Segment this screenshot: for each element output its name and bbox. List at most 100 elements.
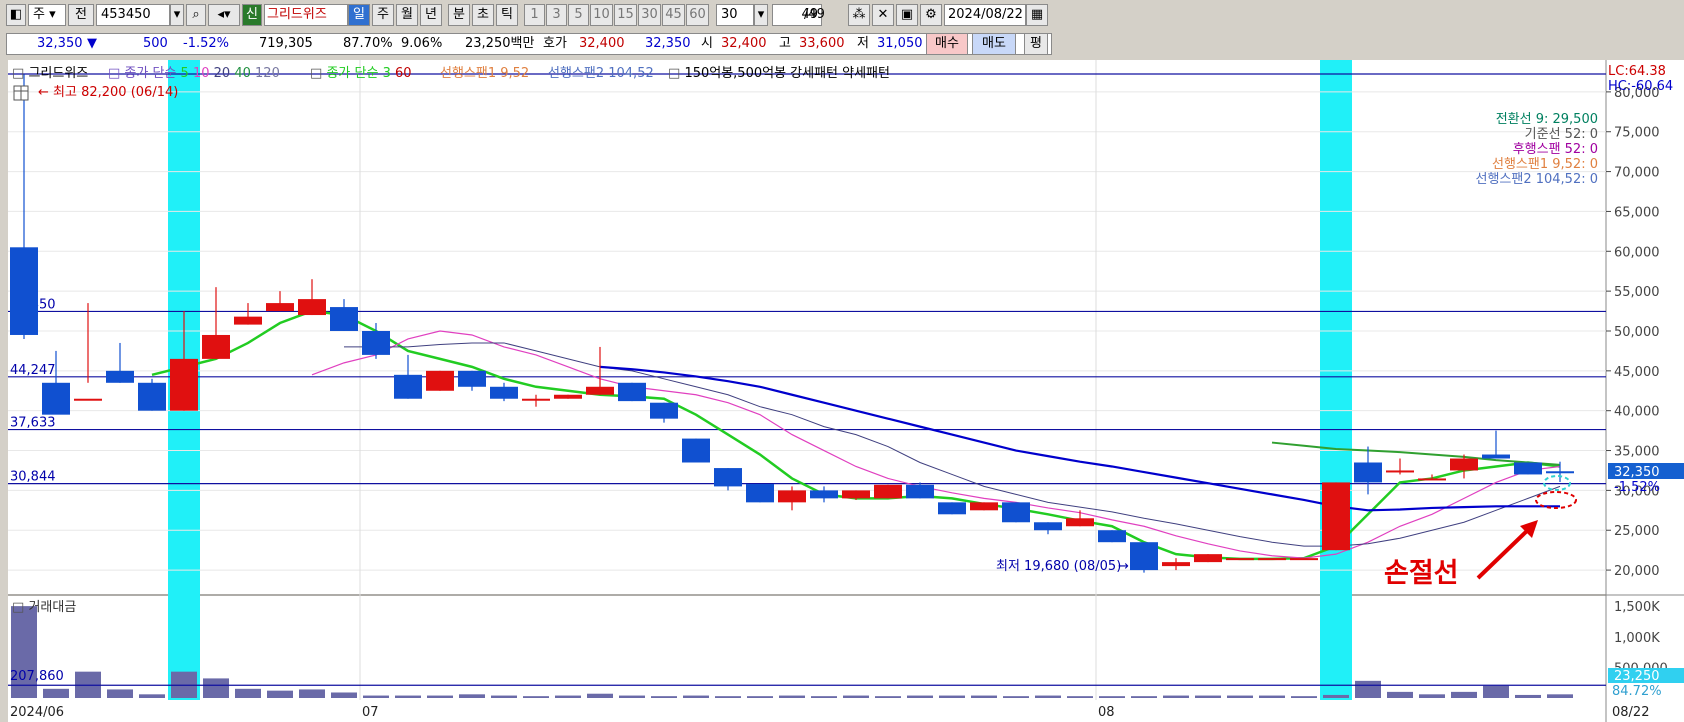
quote-panel: 32,350 ▼ 500 -1.52% 719,305 87.70% 9.06%… [6,33,1052,55]
volume-bar-4 [139,694,165,698]
volume-bar-31 [1003,696,1029,698]
legend-ma-120: 120 [255,66,280,81]
high-annotation-text: 최고 82,200 (06/14) [53,85,178,100]
chevron-down-icon: ▾ [49,7,56,22]
x-tick-2: 08 [1098,705,1115,720]
candle-body-21 [682,438,710,463]
interval-dropdown-icon[interactable]: ▾ [754,4,768,26]
candle-body-7 [234,316,262,325]
search-icon[interactable]: ⌕ [186,4,206,26]
volume-bar-16 [523,696,549,698]
interval-button-5[interactable]: 5 [568,4,589,26]
buy-button[interactable]: 매수 [926,33,968,55]
interval-button-60[interactable]: 60 [686,4,709,26]
candle-body-1 [42,382,70,415]
down-arrow-icon: ▼ [87,36,97,51]
interval-button-3[interactable]: 3 [546,4,567,26]
candle-body-35 [1130,542,1158,571]
level-label-1: 44,247 [10,363,56,378]
flat-button[interactable]: 평 [1024,33,1048,55]
interval-select-value: 30 [721,7,738,22]
volume-bar-37 [1195,695,1221,698]
candle-body-23 [746,484,774,503]
volume-bar-33 [1067,696,1093,698]
candle-icon[interactable]: ⁂ [848,4,870,26]
y-tick-9: 65,000 [1614,205,1660,220]
code-dropdown-icon[interactable]: ▾ [170,4,184,26]
candle-body-42 [1354,462,1382,483]
x-tick-0: 2024/06 [10,705,64,720]
period-button-3[interactable]: 년 [420,4,442,26]
highlight-column-1 [1320,60,1352,700]
interval-select[interactable]: 30 [716,4,754,26]
candle-body-5 [170,358,198,411]
volume-bar-36 [1163,695,1189,698]
legend-name: 그리드위즈 [28,66,88,81]
candle-body-24 [778,490,806,503]
candle-body-45 [1450,458,1478,471]
period-button-4[interactable]: 분 [448,4,470,26]
price-chart[interactable]: 52,45044,24737,63330,844 500,0001,000K1,… [0,58,1684,722]
candle-body-41 [1322,482,1350,551]
calendar-icon[interactable]: ▦ [1026,4,1048,26]
volume-bar-20 [651,696,677,698]
volume-bar-21 [683,695,709,698]
volume-bar-23 [747,696,773,698]
candle-body-19 [618,382,646,402]
save-icon[interactable]: ▣ [896,4,918,26]
ratio2: 9.06% [401,36,443,51]
sell-button[interactable]: 매도 [972,33,1016,55]
volume-bar-11 [363,695,389,698]
interval-button-1[interactable]: 1 [524,4,545,26]
volume-bar-22 [715,696,741,698]
current-pct-label: -1.52% [1614,480,1660,495]
volume-bar-45 [1451,691,1477,698]
period-button-6[interactable]: 틱 [496,4,518,26]
volume-bar-39 [1259,695,1285,698]
period-button-1[interactable]: 주 [372,4,394,26]
date-input[interactable]: 2024/08/22 [944,4,1026,26]
candle-body-37 [1194,554,1222,563]
volume-bar-48 [1547,694,1573,698]
period-button-0[interactable]: 일 [348,4,370,26]
candle-body-13 [426,370,454,391]
chart-settings-icon[interactable]: ◧ [6,4,26,26]
interval-button-15[interactable]: 15 [614,4,637,26]
y-tick-5: 45,000 [1614,365,1660,380]
candle-body-43 [1386,470,1414,473]
crosshair-icon[interactable]: ✕ [872,4,894,26]
sound-icon[interactable]: ◂▾ [208,4,240,26]
candle-body-4 [138,382,166,411]
volume-bar-32 [1035,695,1061,698]
legend-ma-5: 5 [181,66,189,81]
candle-body-0 [10,247,38,335]
y-tick-1: 25,000 [1614,524,1660,539]
volume-bar-30 [971,695,997,698]
interval-button-45[interactable]: 45 [662,4,685,26]
candle-body-3 [106,370,134,383]
volume-bar-47 [1515,694,1541,698]
count-total: /49 [804,7,825,22]
candle-body-33 [1066,518,1094,527]
legend-pattern: □ 150억봉,500억봉 강세패턴 약세패턴 [668,66,890,81]
low-label: 저 [857,36,869,51]
volume-bar-7 [235,688,261,698]
period-button-2[interactable]: 월 [396,4,418,26]
interval-button-30[interactable]: 30 [638,4,661,26]
candle-body-27 [874,484,902,499]
legend-pattern-text: 150억봉,500억봉 강세패턴 약세패턴 [684,66,890,81]
volume-tick-1: 1,000K [1614,631,1660,646]
volume-bar-28 [907,695,933,698]
stock-code-input[interactable]: 453450 [96,4,170,26]
legend-ma1-label: 종가 단순 [124,66,176,81]
amount: 23,250백만 [465,36,535,51]
gear-icon[interactable]: ⚙ [920,4,942,26]
period-main-select[interactable]: 주 ▾ [28,4,66,26]
candle-body-6 [202,334,230,359]
interval-button-10[interactable]: 10 [590,4,613,26]
volume-bar-46 [1483,685,1509,698]
jeon-button[interactable]: 전 [68,4,94,26]
legend-span2: 선행스팬2 104,52 [548,65,654,81]
stock-name[interactable]: 그리드위즈 [264,4,348,26]
period-button-5[interactable]: 초 [472,4,494,26]
